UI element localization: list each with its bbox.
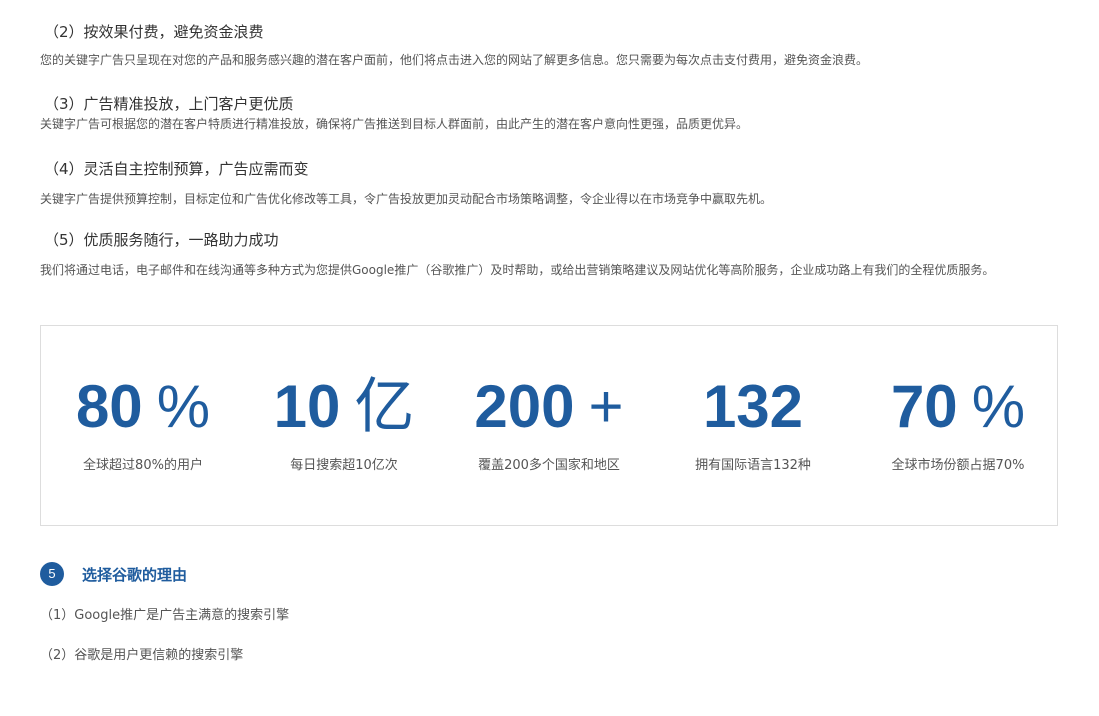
stat-languages: 132 拥有国际语言132种: [653, 372, 853, 473]
stat-value: 132: [653, 372, 853, 442]
stat-users: 80% 全球超过80%的用户: [43, 372, 243, 473]
feature-title: （4）灵活自主控制预算，广告应需而变: [44, 160, 309, 178]
section-number-badge: 5: [40, 562, 64, 586]
feature-description: 关键字广告提供预算控制，目标定位和广告优化修改等工具，令广告投放更加灵动配合市场…: [40, 192, 773, 206]
reason-item: （1）Google推广是广告主满意的搜索引擎: [40, 608, 290, 623]
stats-panel: 80% 全球超过80%的用户 10 亿 每日搜索超10亿次 200 + 覆盖200多…: [40, 325, 1058, 526]
stat-label: 每日搜索超10亿次: [290, 458, 398, 473]
feature-budget-control: （4）灵活自主控制预算，广告应需而变 关键字广告提供预算控制，目标定位和广告优化…: [40, 159, 772, 214]
stat-unit: +: [588, 373, 624, 440]
stat-number: 10: [273, 373, 341, 440]
feature-pay-per-result: （2）按效果付费，避免资金浪费 您的关键字广告只呈现在对您的产品和服务感兴趣的潜…: [40, 22, 868, 75]
stat-daily-searches: 10 亿 每日搜索超10亿次: [244, 372, 444, 473]
feature-title: （2）按效果付费，避免资金浪费: [44, 23, 264, 41]
stat-value: 80%: [43, 372, 243, 442]
stat-countries: 200 + 覆盖200多个国家和地区: [449, 372, 649, 473]
stat-label: 拥有国际语言132种: [695, 458, 811, 473]
stat-label: 覆盖200多个国家和地区: [478, 458, 620, 473]
stat-number: 200: [474, 373, 575, 440]
feature-quality-service: （5）优质服务随行，一路助力成功 我们将通过电话，电子邮件和在线沟通等多种方式为…: [40, 230, 1060, 285]
stat-number: 132: [702, 373, 804, 440]
feature-description: 您的关键字广告只呈现在对您的产品和服务感兴趣的潜在客户面前，他们将点击进入您的网…: [40, 53, 869, 67]
stat-unit: %: [156, 373, 211, 440]
reason-item: （2）谷歌是用户更信赖的搜索引擎: [40, 648, 244, 663]
feature-precise-targeting: （3）广告精准投放，上门客户更优质 关键字广告可根据您的潜在客户特质进行精准投放…: [40, 94, 748, 139]
section-header: 5 选择谷歌的理由: [40, 562, 187, 586]
feature-description: 我们将通过电话，电子邮件和在线沟通等多种方式为您提供Google推广（谷歌推广）…: [40, 263, 995, 277]
feature-title: （5）优质服务随行，一路助力成功: [44, 231, 279, 249]
feature-description: 关键字广告可根据您的潜在客户特质进行精准投放，确保将广告推送到目标人群面前，由此…: [40, 117, 749, 131]
stat-unit: 亿: [354, 373, 415, 440]
stat-value: 70%: [858, 372, 1058, 442]
stat-market-share: 70% 全球市场份额占据70%: [858, 372, 1058, 473]
stat-value: 10 亿: [244, 372, 444, 442]
stat-unit: %: [971, 373, 1026, 440]
stat-value: 200 +: [449, 372, 649, 442]
stat-number: 70: [890, 373, 958, 440]
stat-number: 80: [75, 373, 143, 440]
stat-label: 全球市场份额占据70%: [891, 458, 1025, 473]
section-title: 选择谷歌的理由: [82, 565, 188, 584]
stat-label: 全球超过80%的用户: [83, 458, 203, 473]
